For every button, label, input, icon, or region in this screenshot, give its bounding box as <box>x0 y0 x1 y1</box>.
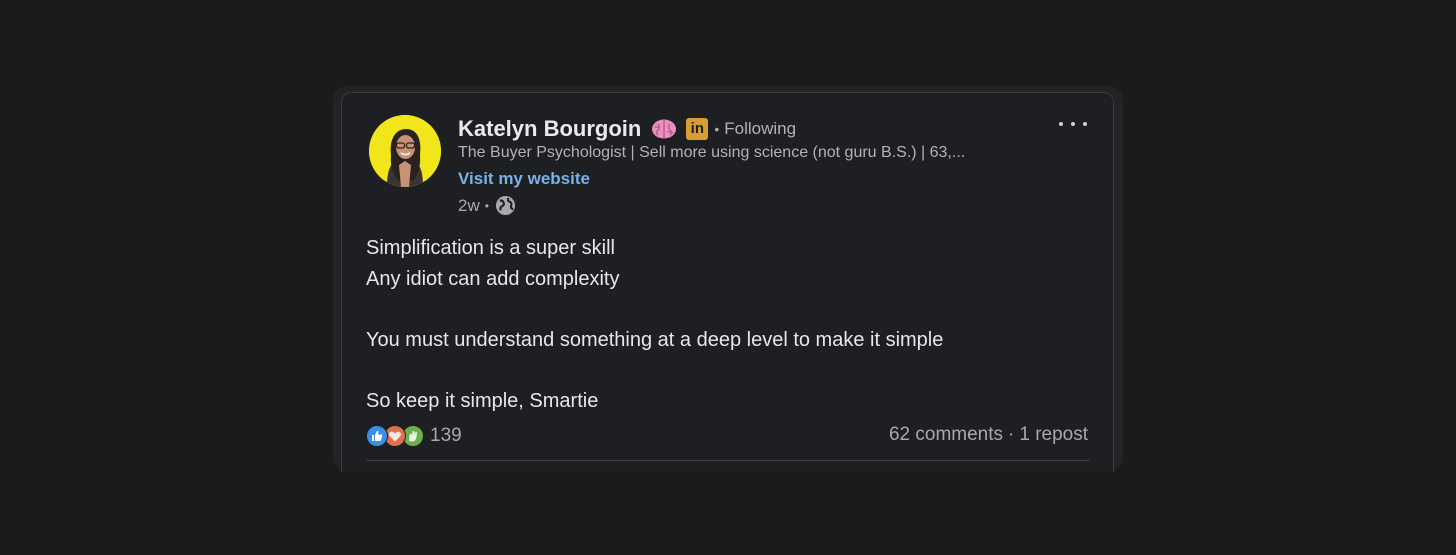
post-line: So keep it simple, Smartie <box>366 389 599 412</box>
reactions-summary[interactable]: 139 <box>366 423 462 449</box>
more-options-icon[interactable] <box>1059 117 1087 131</box>
post-meta: 2w • <box>458 195 516 216</box>
linkedin-icon: in <box>686 118 709 140</box>
divider <box>366 460 1090 461</box>
post-line: Simplification is a super skill <box>366 237 615 259</box>
author-headline: The Buyer Psychologist | Sell more using… <box>458 144 966 161</box>
comments-count-link[interactable]: 62 comments <box>889 424 1003 446</box>
brain-icon <box>652 119 677 139</box>
post-line <box>366 355 1086 386</box>
separator-dot: • <box>714 121 720 137</box>
engagement-stats: 62 comments · 1 repost <box>889 424 1088 446</box>
globe-icon <box>495 195 515 216</box>
post-line <box>366 294 1086 325</box>
reaction-count: 139 <box>430 425 462 446</box>
avatar[interactable] <box>369 115 441 187</box>
author-row: Katelyn Bourgoin in • Following <box>458 115 796 143</box>
separator-dot: • <box>484 198 489 213</box>
feed-post-card: Katelyn Bourgoin in • Following The Buye… <box>341 92 1114 472</box>
like-icon <box>366 425 388 447</box>
following-status[interactable]: Following <box>724 119 796 139</box>
reposts-count-link[interactable]: 1 repost <box>1019 424 1088 446</box>
post-line: You must understand something at a deep … <box>366 328 944 351</box>
visit-website-link[interactable]: Visit my website <box>458 169 590 189</box>
post-time: 2w <box>458 195 480 215</box>
post-body: Simplification is a super skill Any idio… <box>366 233 1086 416</box>
separator-dot: · <box>1008 424 1015 445</box>
author-name[interactable]: Katelyn Bourgoin <box>458 116 641 142</box>
post-line: Any idiot can add complexity <box>366 267 620 290</box>
